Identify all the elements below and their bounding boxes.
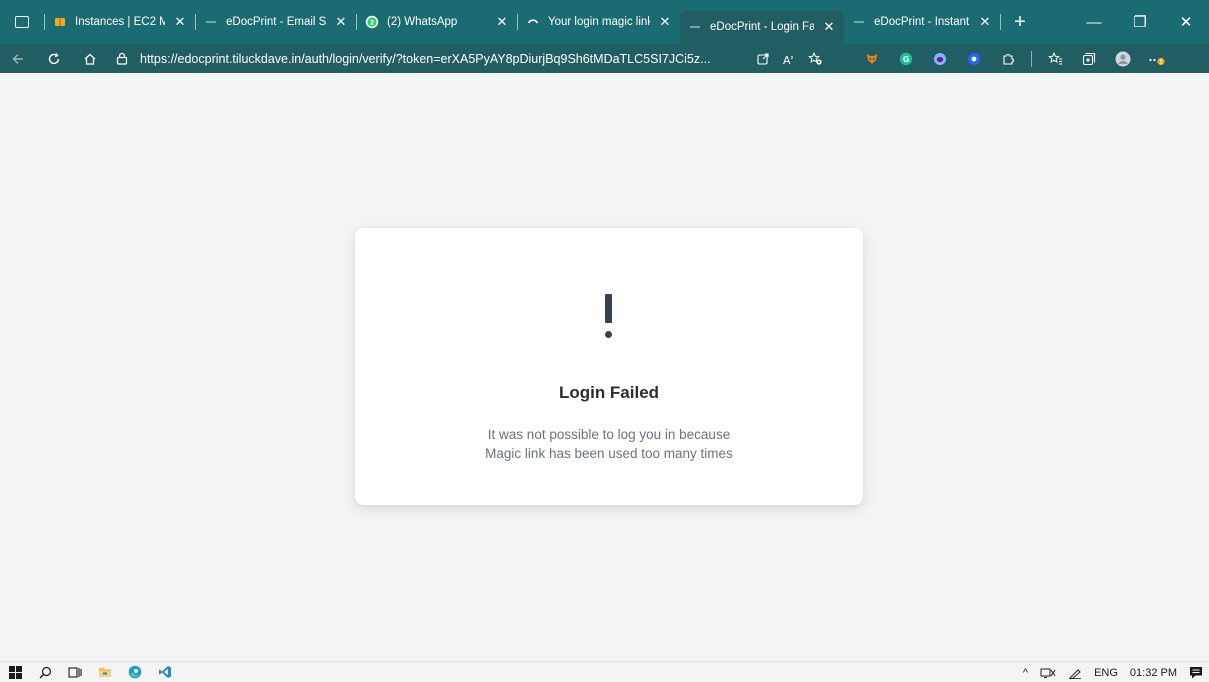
- workspaces-icon: [15, 16, 29, 28]
- vscode-icon[interactable]: [150, 662, 180, 682]
- aws-icon: [53, 15, 67, 29]
- windows-start-icon[interactable]: [0, 662, 30, 682]
- whatsapp-icon: 2: [365, 15, 379, 29]
- tab-label: Instances | EC2 Manag: [75, 16, 165, 28]
- exclamation-icon: [599, 294, 619, 340]
- tab-magic-link[interactable]: Your login magic link ✕: [518, 6, 680, 38]
- favorites-icon[interactable]: [1038, 44, 1072, 73]
- svg-text:G: G: [903, 55, 910, 64]
- tab-label: (2) WhatsApp: [387, 16, 458, 28]
- profile-avatar-icon[interactable]: [1106, 44, 1140, 73]
- add-favorite-icon[interactable]: [802, 44, 828, 73]
- address-url: https://edocprint.tiluckdave.in/auth/log…: [140, 51, 711, 66]
- loading-icon: [526, 15, 540, 29]
- window-controls: — ❐ ✕: [1071, 0, 1209, 44]
- tab-label: eDocPrint - Instant Pri: [874, 16, 970, 28]
- home-button[interactable]: [72, 44, 108, 73]
- task-view-icon[interactable]: [60, 662, 90, 682]
- pen-workspace-icon[interactable]: [1062, 662, 1088, 682]
- extension-fox-icon[interactable]: [855, 44, 889, 73]
- tray-chevron-icon[interactable]: ^: [1017, 662, 1034, 682]
- tab-separator: [1000, 14, 1001, 30]
- lock-icon[interactable]: [114, 51, 130, 67]
- minimize-button[interactable]: —: [1071, 0, 1117, 44]
- tab-strip: Instances | EC2 Manag ✕ eDocPrint - Emai…: [45, 0, 1035, 44]
- open-in-app-icon[interactable]: [750, 44, 776, 73]
- tab-login-failed[interactable]: eDocPrint - Login Faile ✕: [680, 10, 844, 44]
- collections-icon[interactable]: [1072, 44, 1106, 73]
- tab-close-icon[interactable]: ✕: [978, 14, 992, 30]
- toolbar-separator: [1031, 50, 1032, 67]
- page-content: Login Failed It was not possible to log …: [0, 73, 1209, 661]
- address-bar[interactable]: https://edocprint.tiluckdave.in/auth/log…: [114, 47, 834, 71]
- search-icon[interactable]: [30, 662, 60, 682]
- file-explorer-icon[interactable]: [90, 662, 120, 682]
- language-indicator[interactable]: ENG: [1088, 662, 1124, 682]
- address-toolbar: https://edocprint.tiluckdave.in/auth/log…: [0, 44, 1209, 73]
- tab-close-icon[interactable]: ✕: [658, 14, 672, 30]
- tab-email-sent[interactable]: eDocPrint - Email Sent ✕: [196, 6, 356, 38]
- refresh-icon: [48, 52, 60, 64]
- refresh-button[interactable]: [36, 44, 72, 73]
- new-tab-button[interactable]: +: [1005, 7, 1035, 37]
- taskbar-apps: [0, 662, 180, 682]
- windows-taskbar: ^ ENG 01:32 PM: [0, 661, 1209, 682]
- back-button[interactable]: [0, 44, 36, 73]
- extension-grammar-icon[interactable]: G: [889, 44, 923, 73]
- card-message-line: Magic link has been used too many times: [485, 446, 733, 461]
- tab-actions-button[interactable]: [0, 0, 44, 44]
- tab-instant-print[interactable]: eDocPrint - Instant Pri ✕: [844, 6, 1000, 38]
- close-window-button[interactable]: ✕: [1163, 0, 1209, 44]
- edge-browser-icon[interactable]: [120, 662, 150, 682]
- tab-whatsapp[interactable]: 2 (2) WhatsApp ✕: [357, 6, 517, 38]
- clock[interactable]: 01:32 PM: [1124, 662, 1183, 682]
- tab-label: eDocPrint - Email Sent: [226, 16, 326, 28]
- tab-label: Your login magic link: [548, 16, 650, 28]
- card-message: It was not possible to log you in becaus…: [355, 425, 863, 463]
- svg-text:A: A: [783, 54, 791, 65]
- address-bar-actions: A: [750, 44, 828, 73]
- edocprint-icon: [852, 15, 866, 29]
- home-icon: [84, 53, 96, 65]
- network-icon[interactable]: [1034, 662, 1062, 682]
- notifications-icon[interactable]: [1183, 662, 1209, 682]
- restore-button[interactable]: ❐: [1117, 0, 1163, 44]
- extension-blue-dot-icon[interactable]: [957, 44, 991, 73]
- system-tray: ^ ENG 01:32 PM: [1017, 662, 1209, 682]
- tab-bar: Instances | EC2 Manag ✕ eDocPrint - Emai…: [0, 0, 1209, 44]
- edocprint-icon: [204, 15, 218, 29]
- tab-label: eDocPrint - Login Faile: [710, 21, 814, 33]
- card-message-line: It was not possible to log you in becaus…: [487, 427, 731, 442]
- read-aloud-icon[interactable]: A: [776, 44, 802, 73]
- settings-more-icon[interactable]: [1140, 44, 1174, 73]
- svg-text:2: 2: [370, 19, 375, 27]
- edocprint-icon: [688, 20, 702, 34]
- extensions-puzzle-icon[interactable]: [991, 44, 1025, 73]
- tab-ec2[interactable]: Instances | EC2 Manag ✕: [45, 6, 195, 38]
- extension-purple-icon[interactable]: [923, 44, 957, 73]
- login-failed-card: Login Failed It was not possible to log …: [355, 228, 863, 505]
- tab-close-icon[interactable]: ✕: [173, 14, 187, 30]
- tab-close-icon[interactable]: ✕: [495, 14, 509, 30]
- tab-close-icon[interactable]: ✕: [822, 19, 836, 35]
- extensions-bar: G: [855, 44, 1174, 73]
- back-arrow-icon: [12, 53, 23, 64]
- tab-close-icon[interactable]: ✕: [334, 14, 348, 30]
- card-title: Login Failed: [558, 383, 660, 402]
